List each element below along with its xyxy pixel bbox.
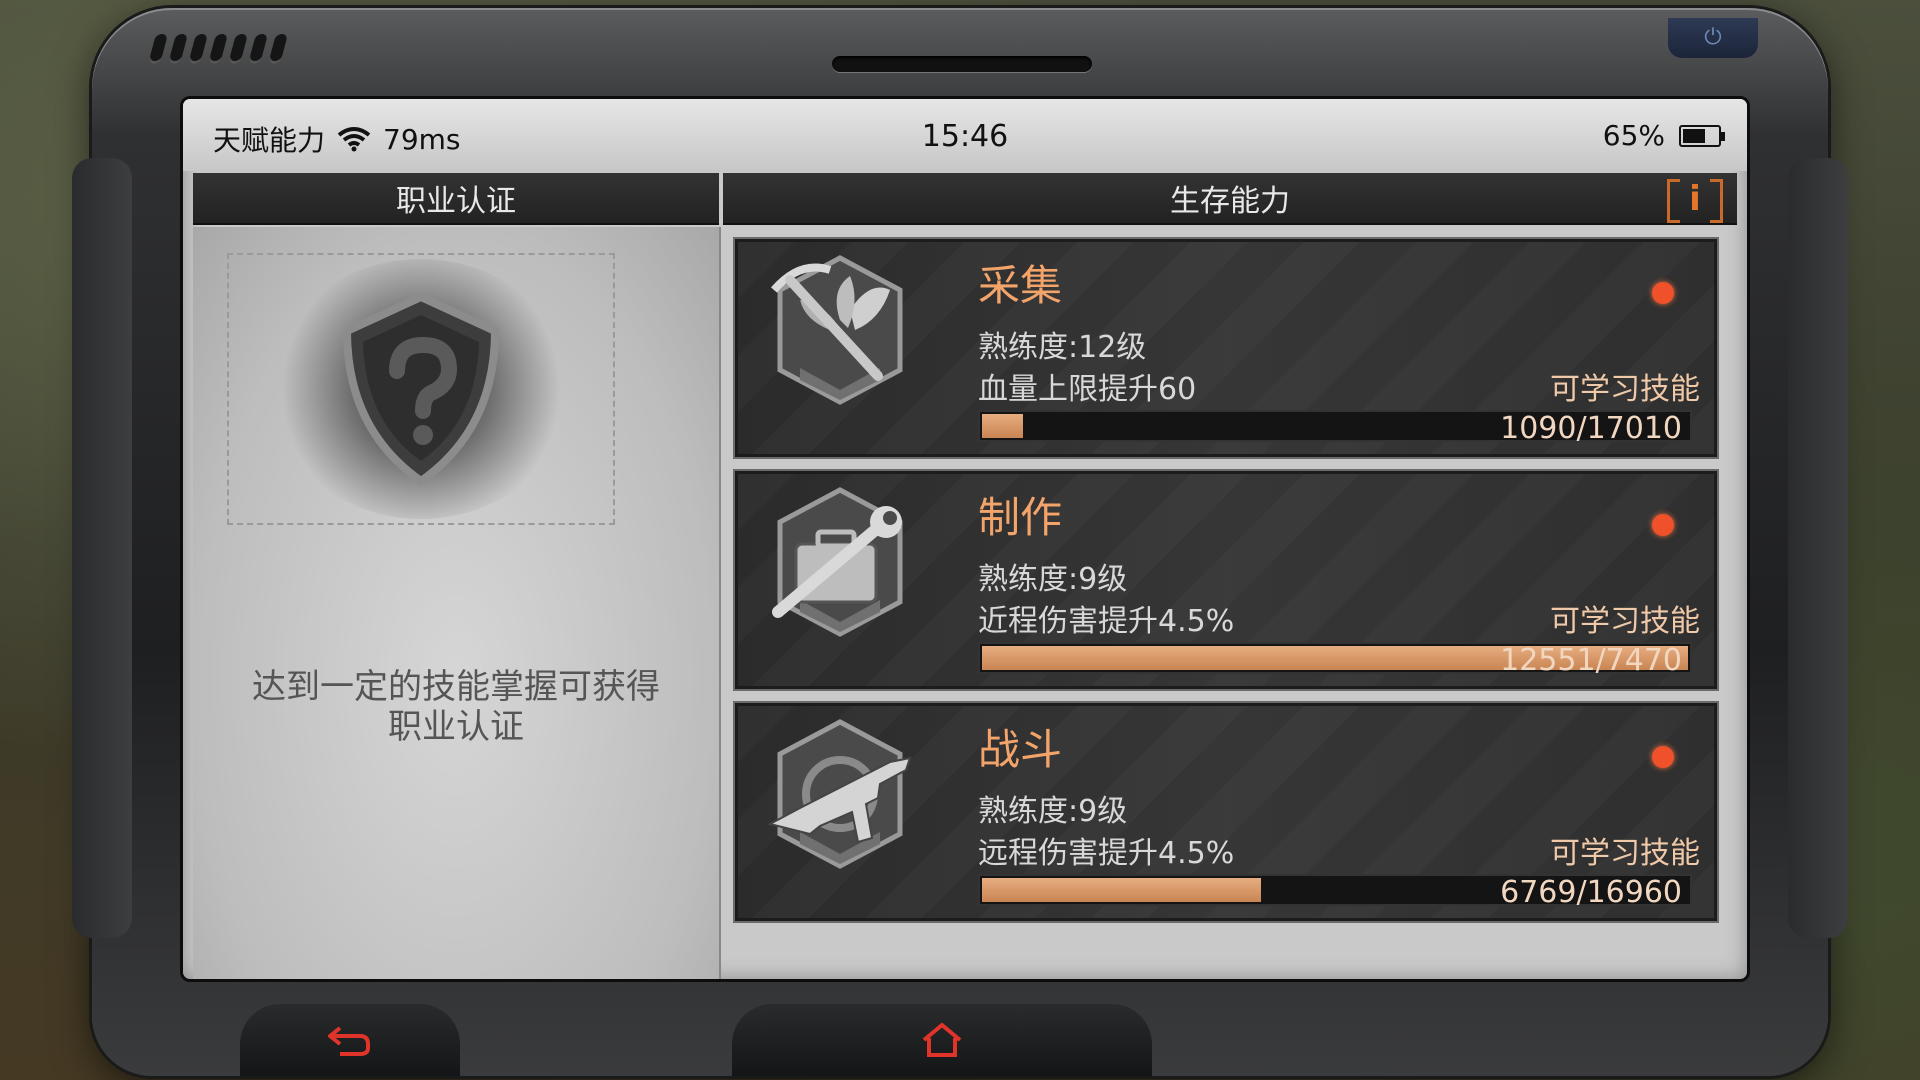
skill-bonus: 近程伤害提升4.5% [978,604,1235,639]
back-arrow-icon [328,1026,370,1056]
certification-message-line2: 职业认证 [388,707,524,747]
progress-fill [982,878,1262,902]
progress-value: 1090/17010 [1500,411,1682,446]
tab-bar: 职业认证 生存能力 i [193,173,1737,225]
pickaxe-leaf-emblem-icon [770,255,903,405]
tab-survival-ability-label: 生存能力 [1170,184,1290,219]
tab-career-certification-label: 职业认证 [396,184,516,219]
skill-list: 采集 熟练度:12级 血量上限提升60 可学习技能 1090/17010 制作 [733,237,1733,935]
submachine-gun-emblem-icon [767,719,912,869]
skill-level: 熟练度:12级 [978,330,1147,365]
back-button[interactable] [240,1004,460,1076]
power-button[interactable]: ⏻ [1668,18,1758,58]
progress-value: 6769/16960 [1500,875,1682,910]
skill-level: 熟练度:9级 [978,794,1128,829]
certification-message-line1: 达到一定的技能掌握可获得 [252,667,660,707]
skill-progress-bar: 6769/16960 [978,874,1692,910]
home-button[interactable] [732,1004,1152,1076]
certification-emblem-slot [227,253,615,525]
learnable-skill-link[interactable]: 可学习技能 [1550,828,1700,872]
speaker-grill [147,34,289,64]
notification-dot [1652,514,1674,536]
skill-title: 制作 [978,493,1063,542]
tab-career-certification[interactable]: 职业认证 [193,173,719,225]
skill-progress-bar: 12551/7470 [978,642,1692,678]
tablet-screen: 天赋能力 79ms 15:46 65% 职业认证 生存能力 i 达到一定的技能掌… [180,96,1750,982]
skill-card-gathering[interactable]: 采集 熟练度:12级 血量上限提升60 可学习技能 1090/17010 [733,237,1719,459]
skill-card-crafting[interactable]: 制作 熟练度:9级 近程伤害提升4.5% 可学习技能 12551/7470 [733,469,1719,691]
skill-level: 熟练度:9级 [978,562,1128,597]
notification-dot [1652,746,1674,768]
wrench-toolbox-emblem-icon [772,487,903,637]
battery-icon [1679,124,1725,147]
clock: 15:46 [921,119,1009,154]
info-button[interactable]: i [1667,177,1723,223]
status-bar: 天赋能力 79ms 15:46 65% [183,99,1747,171]
certification-panel: 达到一定的技能掌握可获得 职业认证 [193,227,721,979]
progress-fill [982,414,1024,438]
left-side-bumper [72,158,132,938]
battery-percent: 65% [1602,119,1665,152]
info-icon: i [1689,179,1701,219]
skill-bonus: 远程伤害提升4.5% [978,836,1235,871]
top-slot [832,56,1092,72]
progress-value: 12551/7470 [1500,643,1682,678]
skill-bonus: 血量上限提升60 [978,372,1197,407]
learnable-skill-link[interactable]: 可学习技能 [1550,596,1700,640]
home-icon [922,1023,962,1057]
question-shield-icon [342,292,500,486]
skill-title: 采集 [978,261,1063,310]
tab-survival-ability[interactable]: 生存能力 i [723,173,1737,225]
skill-card-combat[interactable]: 战斗 熟练度:9级 远程伤害提升4.5% 可学习技能 6769/16960 [733,701,1719,923]
skill-progress-bar: 1090/17010 [978,410,1692,446]
notification-dot [1652,282,1674,304]
skill-title: 战斗 [978,725,1063,774]
right-side-bumper [1788,158,1848,938]
learnable-skill-link[interactable]: 可学习技能 [1550,364,1700,408]
